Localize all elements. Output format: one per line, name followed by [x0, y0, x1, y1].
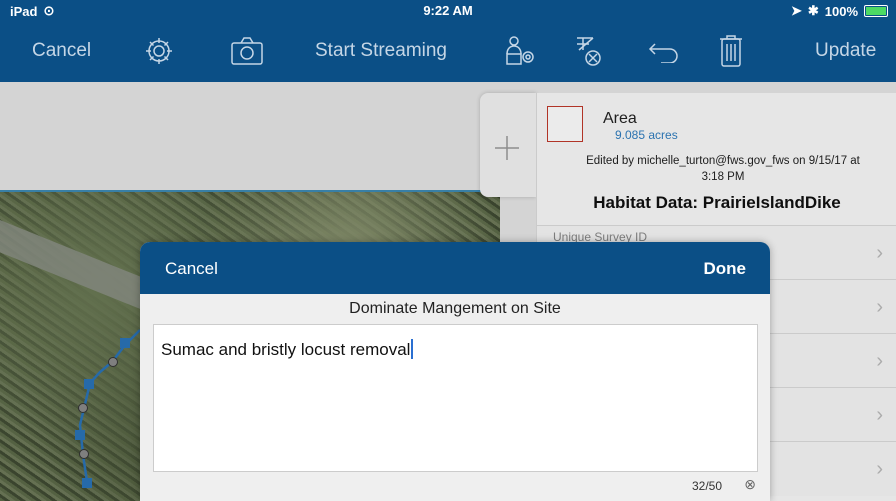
modal-header: Cancel Done	[140, 242, 770, 294]
field-title: Dominate Mangement on Site	[349, 300, 561, 317]
text-area[interactable]: Sumac and bristly locust removal	[153, 324, 758, 472]
text-caret	[411, 339, 414, 359]
text-area-value: Sumac and bristly locust removal	[161, 340, 411, 359]
modal-cancel-button[interactable]: Cancel	[165, 259, 218, 279]
character-count: 32/50	[691, 479, 722, 493]
text-entry-modal: Cancel Done Dominate Mangement on Site S…	[140, 242, 770, 501]
clear-text-icon[interactable]: ⊗	[744, 476, 756, 493]
modal-done-button[interactable]: Done	[704, 259, 747, 279]
